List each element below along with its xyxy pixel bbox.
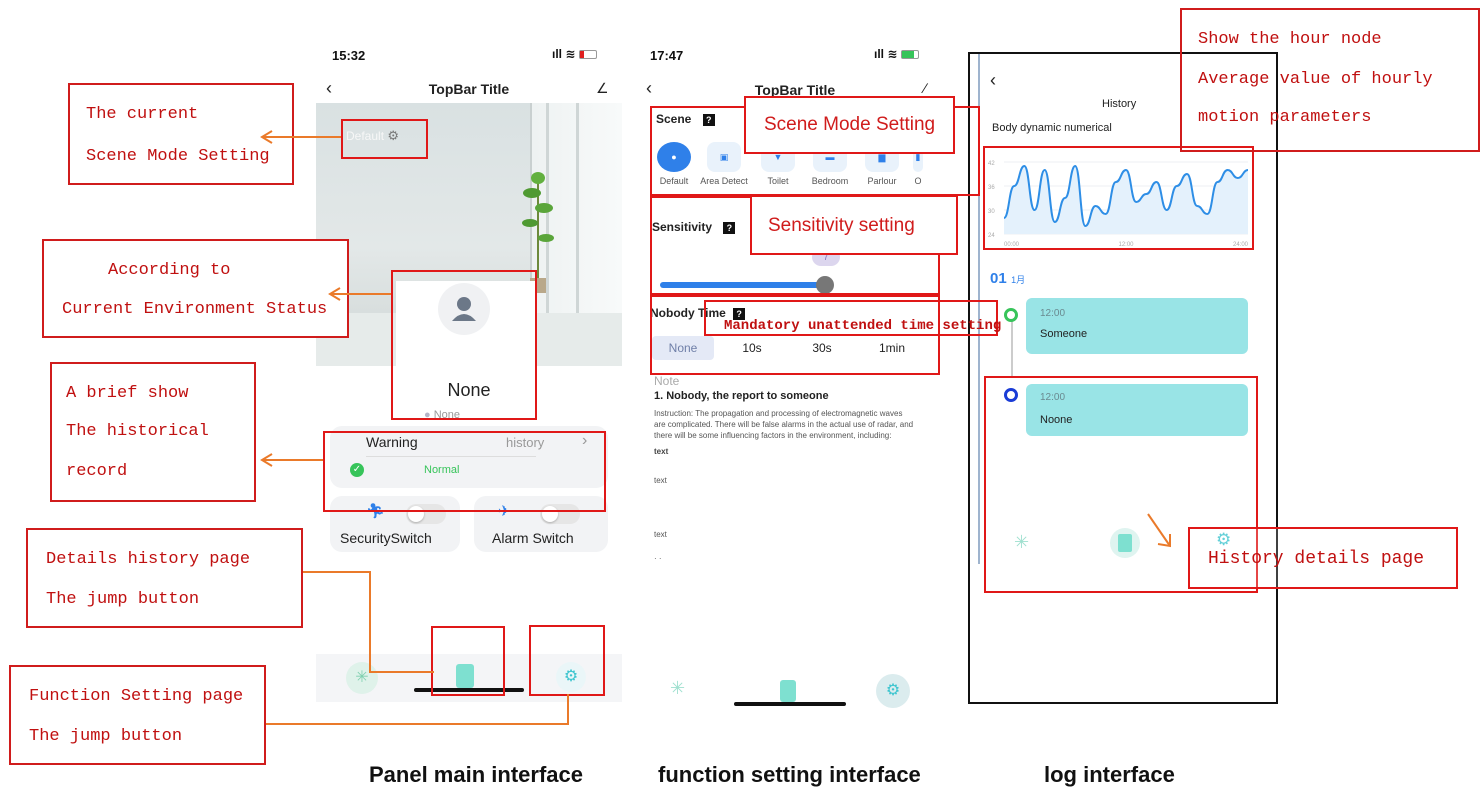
caption-function-setting: function setting interface (658, 762, 921, 787)
caption-panel-main: Panel main interface (369, 762, 583, 787)
connector-arrows (260, 130, 1171, 725)
caption-log: log interface (1044, 762, 1175, 787)
